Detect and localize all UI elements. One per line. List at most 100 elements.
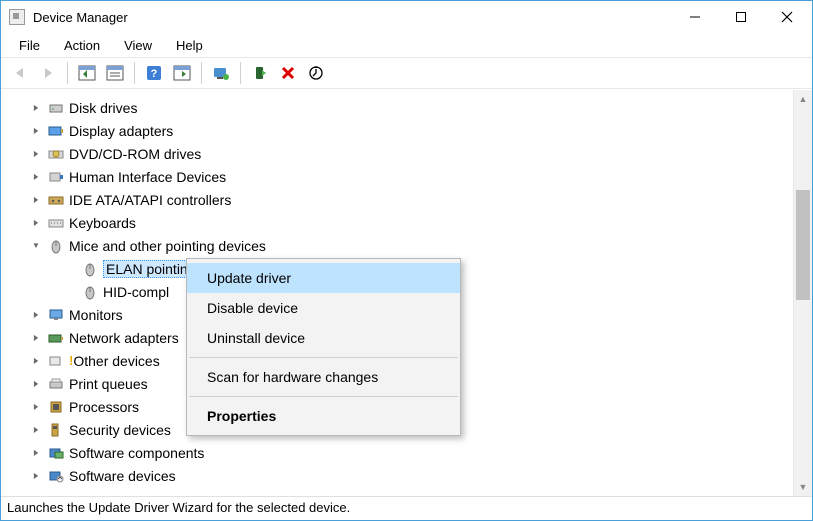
toolbar-separator: [67, 62, 68, 84]
menu-action[interactable]: Action: [54, 36, 110, 55]
close-icon: [781, 11, 793, 23]
cpu-icon: [47, 398, 65, 416]
forward-button[interactable]: [35, 60, 61, 86]
software-component-icon: [47, 444, 65, 462]
scan-circle-icon: [308, 65, 324, 81]
tree-node-software-comp[interactable]: Software components: [1, 441, 793, 464]
remove-icon: [280, 65, 296, 81]
scroll-down-button[interactable]: ▼: [794, 478, 812, 496]
tree-node-disk-drives[interactable]: Disk drives: [1, 96, 793, 119]
update-driver-icon: [212, 65, 230, 81]
properties-button[interactable]: [102, 60, 128, 86]
tree-label: Display adapters: [69, 123, 173, 139]
chevron-right-icon[interactable]: [29, 447, 43, 458]
scroll-up-button[interactable]: ▲: [794, 90, 812, 108]
ctx-uninstall-device[interactable]: Uninstall device: [187, 323, 460, 353]
tree-label: DVD/CD-ROM drives: [69, 146, 201, 162]
monitor-icon: [47, 306, 65, 324]
menu-view[interactable]: View: [114, 36, 162, 55]
toolbar: ?: [1, 57, 812, 89]
arrow-left-icon: [12, 65, 28, 81]
scrollbar-thumb[interactable]: [796, 190, 810, 300]
keyboard-icon: [47, 214, 65, 232]
help-button[interactable]: ?: [141, 60, 167, 86]
scan-button[interactable]: [169, 60, 195, 86]
device-tree[interactable]: Disk drives Display adapters DVD/CD-ROM …: [1, 90, 794, 496]
tree-node-dvd[interactable]: DVD/CD-ROM drives: [1, 142, 793, 165]
disk-drive-icon: [47, 99, 65, 117]
ctx-update-driver[interactable]: Update driver: [187, 263, 460, 293]
chevron-right-icon[interactable]: [29, 332, 43, 343]
ctx-label: Scan for hardware changes: [207, 369, 378, 385]
ctx-properties[interactable]: Properties: [187, 401, 460, 431]
chevron-right-icon[interactable]: [29, 102, 43, 113]
chevron-right-icon[interactable]: [29, 171, 43, 182]
minimize-button[interactable]: [672, 1, 718, 33]
status-text: Launches the Update Driver Wizard for th…: [7, 500, 350, 515]
window-title: Device Manager: [33, 10, 672, 25]
tree-node-display-adapters[interactable]: Display adapters: [1, 119, 793, 142]
menu-help[interactable]: Help: [166, 36, 213, 55]
printer-icon: [47, 375, 65, 393]
chevron-right-icon[interactable]: [29, 424, 43, 435]
tree-label: Mice and other pointing devices: [69, 238, 266, 254]
tree-node-ide[interactable]: IDE ATA/ATAPI controllers: [1, 188, 793, 211]
chevron-right-icon[interactable]: [29, 125, 43, 136]
help-icon: ?: [146, 65, 162, 81]
back-button[interactable]: [7, 60, 33, 86]
tree-label: IDE ATA/ATAPI controllers: [69, 192, 231, 208]
menubar: File Action View Help: [1, 33, 812, 57]
tree-node-software-dev[interactable]: Software devices: [1, 464, 793, 487]
properties-icon: [106, 65, 124, 81]
content-area: Disk drives Display adapters DVD/CD-ROM …: [1, 89, 812, 496]
tree-node-keyboards[interactable]: Keyboards: [1, 211, 793, 234]
tree-label: Keyboards: [69, 215, 136, 231]
maximize-icon: [735, 11, 747, 23]
tree-label: Human Interface Devices: [69, 169, 226, 185]
vertical-scrollbar[interactable]: ▲ ▼: [794, 90, 812, 496]
tree-label: Processors: [69, 399, 139, 415]
display-adapter-icon: [47, 122, 65, 140]
tree-node-mice[interactable]: Mice and other pointing devices: [1, 234, 793, 257]
chevron-right-icon[interactable]: [29, 148, 43, 159]
tree-label: Other devices: [73, 353, 159, 369]
tree-label: Disk drives: [69, 100, 137, 116]
ctx-disable-device[interactable]: Disable device: [187, 293, 460, 323]
network-adapter-icon: [47, 329, 65, 347]
enable-icon: [252, 65, 268, 81]
tree-label: Monitors: [69, 307, 123, 323]
tree-label: HID-compl: [103, 284, 169, 300]
minimize-icon: [689, 11, 701, 23]
chevron-right-icon[interactable]: [29, 355, 43, 366]
close-button[interactable]: [764, 1, 810, 33]
mouse-icon: [81, 283, 99, 301]
tree-label: Print queues: [69, 376, 148, 392]
titlebar: Device Manager: [1, 1, 812, 33]
chevron-right-icon[interactable]: [29, 470, 43, 481]
update-driver-button[interactable]: [208, 60, 234, 86]
uninstall-button[interactable]: [275, 60, 301, 86]
panel-icon: [78, 65, 96, 81]
menu-file[interactable]: File: [9, 36, 50, 55]
scan-for-changes-button[interactable]: [303, 60, 329, 86]
ctx-separator: [189, 357, 458, 358]
toolbar-separator: [201, 62, 202, 84]
chevron-right-icon[interactable]: [29, 378, 43, 389]
enable-device-button[interactable]: [247, 60, 273, 86]
dvd-drive-icon: [47, 145, 65, 163]
tree-node-hid[interactable]: Human Interface Devices: [1, 165, 793, 188]
arrow-right-icon: [40, 65, 56, 81]
chevron-right-icon[interactable]: [29, 194, 43, 205]
chevron-right-icon[interactable]: [29, 401, 43, 412]
status-bar: Launches the Update Driver Wizard for th…: [1, 496, 812, 520]
maximize-button[interactable]: [718, 1, 764, 33]
show-hide-button[interactable]: [74, 60, 100, 86]
other-device-icon: [47, 352, 65, 370]
ctx-label: Properties: [207, 408, 276, 424]
chevron-down-icon[interactable]: [29, 240, 43, 251]
chevron-right-icon[interactable]: [29, 309, 43, 320]
chevron-right-icon[interactable]: [29, 217, 43, 228]
mouse-icon: [81, 260, 99, 278]
ctx-scan-for-changes[interactable]: Scan for hardware changes: [187, 362, 460, 392]
tree-label: Software devices: [69, 468, 176, 484]
